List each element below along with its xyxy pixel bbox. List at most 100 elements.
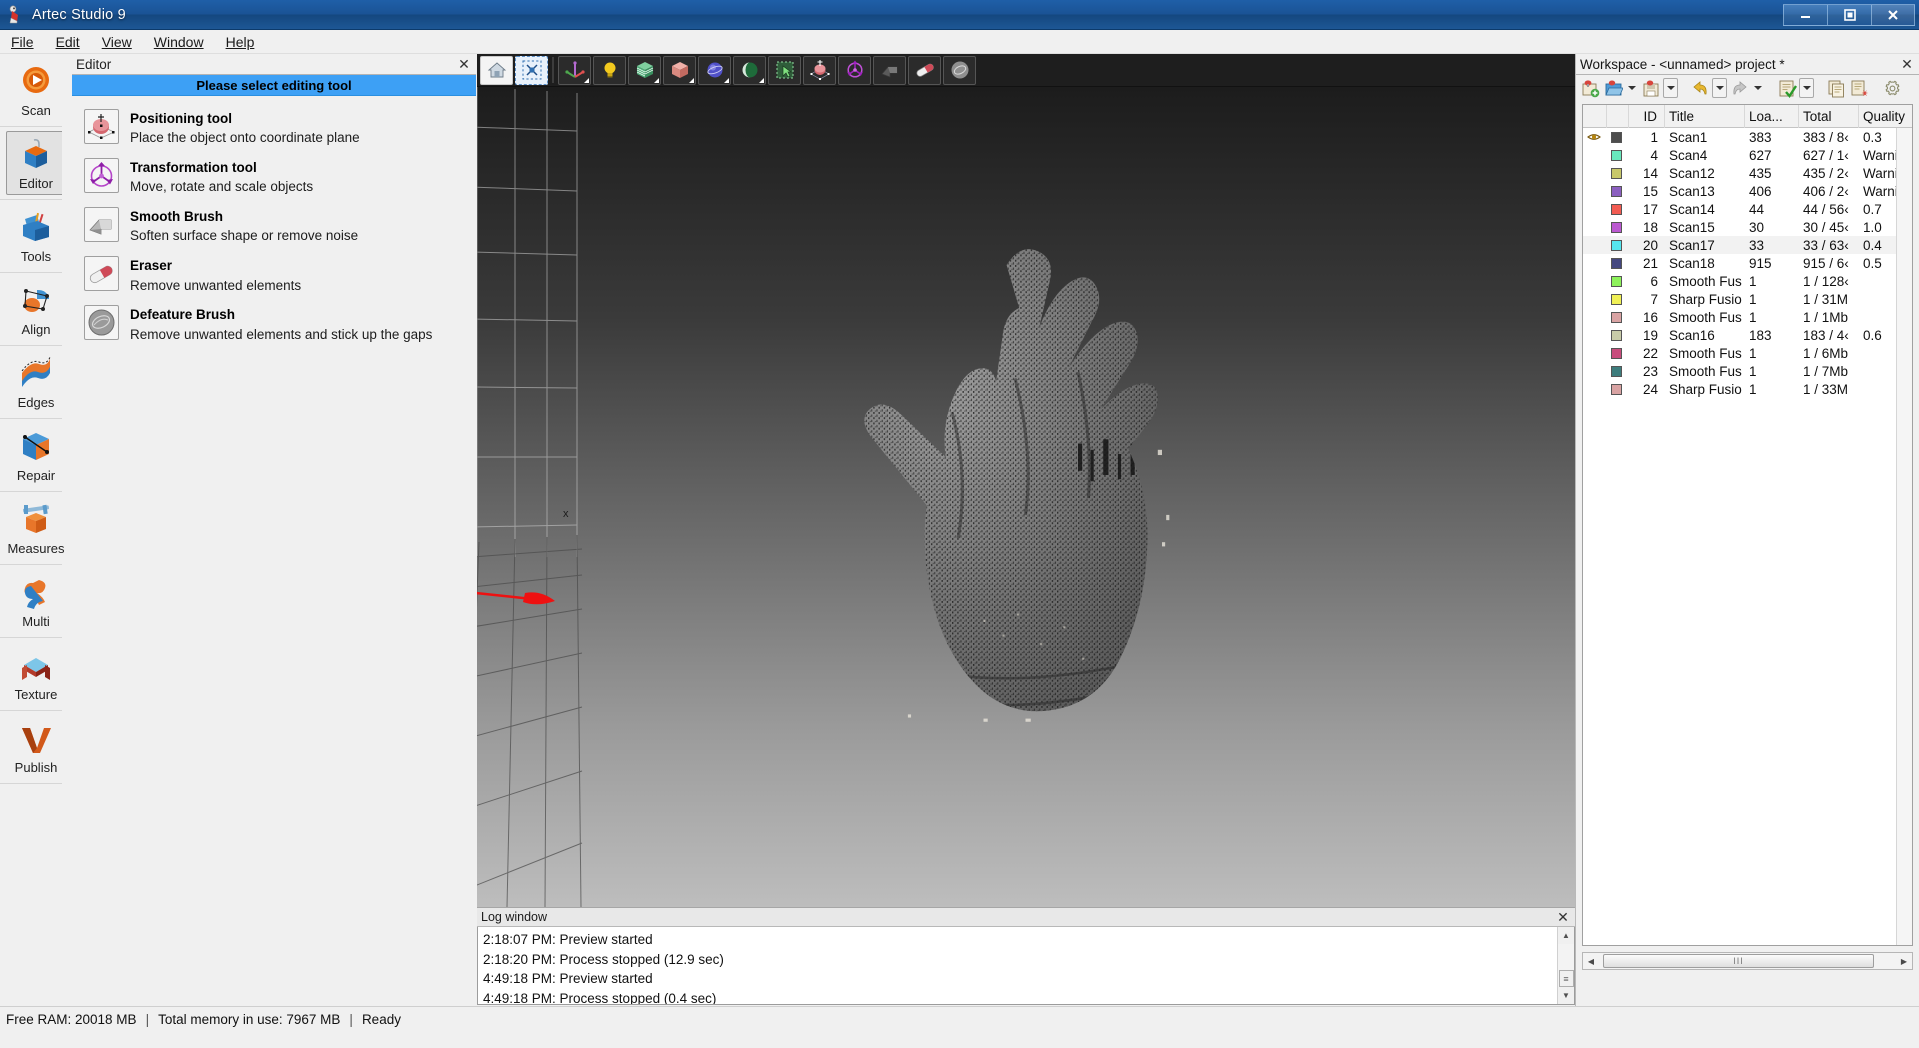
menu-window[interactable]: Window: [143, 31, 215, 53]
close-icon[interactable]: ✕: [1899, 56, 1915, 72]
tool-item-transformation[interactable]: Transformation tool Move, rotate and sca…: [72, 153, 476, 202]
tool-item-eraser[interactable]: Eraser Remove unwanted elements: [72, 251, 476, 300]
lighting-icon[interactable]: [593, 56, 626, 85]
scroll-up-icon[interactable]: ▲: [1558, 927, 1575, 944]
table-row[interactable]: 24Sharp Fusio11 / 33M: [1583, 380, 1912, 398]
home-view-icon[interactable]: [480, 56, 513, 85]
menu-help[interactable]: Help: [215, 31, 266, 53]
close-button[interactable]: [1871, 4, 1915, 26]
apply-icon[interactable]: [1776, 77, 1798, 99]
color-swatch[interactable]: [1607, 326, 1629, 344]
color-swatch[interactable]: [1607, 362, 1629, 380]
column-quality[interactable]: Quality: [1859, 105, 1912, 128]
scroll-left-icon[interactable]: ◀: [1583, 953, 1599, 969]
delete-icon[interactable]: [1848, 77, 1870, 99]
positioning-tool-icon[interactable]: [803, 56, 836, 85]
maximize-button[interactable]: [1827, 4, 1871, 26]
color-swatch[interactable]: [1607, 128, 1629, 146]
close-icon[interactable]: ✕: [456, 56, 472, 72]
menu-view[interactable]: View: [91, 31, 143, 53]
color-swatch[interactable]: [1607, 146, 1629, 164]
column-id[interactable]: ID: [1629, 105, 1665, 128]
table-row[interactable]: 20Scan173333 / 63‹0.4: [1583, 236, 1912, 254]
visibility-toggle[interactable]: [1583, 146, 1607, 164]
visibility-toggle[interactable]: [1583, 308, 1607, 326]
minimize-button[interactable]: [1783, 4, 1827, 26]
color-swatch[interactable]: [1607, 308, 1629, 326]
eraser-icon[interactable]: [908, 56, 941, 85]
table-row[interactable]: 17Scan144444 / 56‹0.7: [1583, 200, 1912, 218]
visibility-toggle[interactable]: [1583, 254, 1607, 272]
menu-edit[interactable]: Edit: [45, 31, 91, 53]
column-loaded[interactable]: Loa...: [1745, 105, 1799, 128]
rect-select-icon[interactable]: [768, 56, 801, 85]
table-row[interactable]: 4Scan4627627 / 1‹Warning: [1583, 146, 1912, 164]
visibility-toggle[interactable]: [1583, 164, 1607, 182]
menu-file[interactable]: File: [0, 31, 45, 53]
table-row[interactable]: 6Smooth Fus11 / 128‹: [1583, 272, 1912, 290]
scroll-right-icon[interactable]: ▶: [1896, 953, 1912, 969]
color-swatch[interactable]: [1607, 380, 1629, 398]
table-row[interactable]: 16Smooth Fus11 / 1Mb: [1583, 308, 1912, 326]
visibility-toggle[interactable]: [1583, 380, 1607, 398]
fit-to-view-icon[interactable]: [515, 56, 548, 85]
save-project-icon[interactable]: [1640, 77, 1662, 99]
visibility-toggle[interactable]: [1583, 290, 1607, 308]
settings-gear-icon[interactable]: [1881, 77, 1903, 99]
open-project-icon[interactable]: [1602, 77, 1624, 99]
color-swatch[interactable]: [1607, 290, 1629, 308]
column-total[interactable]: Total: [1799, 105, 1859, 128]
visibility-toggle[interactable]: [1583, 200, 1607, 218]
hscroll-thumb[interactable]: III: [1603, 954, 1874, 968]
table-row[interactable]: 7Sharp Fusio11 / 31M: [1583, 290, 1912, 308]
panel-splitter-left[interactable]: [62, 54, 72, 1006]
table-row[interactable]: 21Scan18915915 / 6‹0.5: [1583, 254, 1912, 272]
table-row[interactable]: 22Smooth Fus11 / 6Mb: [1583, 344, 1912, 362]
undo-dropdown[interactable]: [1712, 78, 1727, 98]
color-swatch[interactable]: [1607, 164, 1629, 182]
table-row[interactable]: 23Smooth Fus11 / 7Mb: [1583, 362, 1912, 380]
3d-viewport[interactable]: x: [477, 87, 1575, 907]
visibility-toggle[interactable]: [1583, 326, 1607, 344]
color-swatch[interactable]: [1607, 236, 1629, 254]
column-visibility[interactable]: [1583, 105, 1607, 128]
close-icon[interactable]: ✕: [1555, 909, 1571, 925]
visibility-toggle[interactable]: [1583, 218, 1607, 236]
chevron-down-icon[interactable]: [1751, 78, 1765, 98]
axes-gizmo-icon[interactable]: [558, 56, 591, 85]
solid-cube-icon[interactable]: [663, 56, 696, 85]
save-dropdown[interactable]: [1663, 78, 1678, 98]
color-swatch[interactable]: [1607, 182, 1629, 200]
table-row[interactable]: 1Scan1383383 / 8‹0.3: [1583, 128, 1912, 146]
color-swatch[interactable]: [1607, 218, 1629, 236]
duplicate-icon[interactable]: [1825, 77, 1847, 99]
transformation-tool-icon[interactable]: [838, 56, 871, 85]
visibility-toggle[interactable]: [1583, 272, 1607, 290]
color-swatch[interactable]: [1607, 254, 1629, 272]
redo-icon[interactable]: [1728, 77, 1750, 99]
visibility-toggle[interactable]: [1583, 128, 1607, 146]
tool-item-positioning[interactable]: Positioning tool Place the object onto c…: [72, 104, 476, 153]
visibility-toggle[interactable]: [1583, 182, 1607, 200]
color-swatch[interactable]: [1607, 200, 1629, 218]
color-swatch[interactable]: [1607, 272, 1629, 290]
visibility-toggle[interactable]: [1583, 344, 1607, 362]
workspace-horizontal-scrollbar[interactable]: ◀ III ▶: [1582, 952, 1913, 970]
tool-item-defeature-brush[interactable]: Defeature Brush Remove unwanted elements…: [72, 300, 476, 349]
smooth-brush-icon[interactable]: [873, 56, 906, 85]
visibility-toggle[interactable]: [1583, 362, 1607, 380]
column-title[interactable]: Title: [1665, 105, 1745, 128]
table-row[interactable]: 18Scan153030 / 45‹1.0: [1583, 218, 1912, 236]
visibility-toggle[interactable]: [1583, 236, 1607, 254]
hscroll-track[interactable]: III: [1599, 953, 1896, 969]
defeature-brush-icon[interactable]: [943, 56, 976, 85]
workspace-vertical-scrollbar[interactable]: [1896, 128, 1912, 945]
scroll-thumb[interactable]: ≡: [1559, 970, 1574, 987]
scroll-down-icon[interactable]: ▼: [1558, 987, 1575, 1004]
tool-item-smooth-brush[interactable]: Smooth Brush Soften surface shape or rem…: [72, 202, 476, 251]
undo-icon[interactable]: [1689, 77, 1711, 99]
table-row[interactable]: 14Scan12435435 / 2‹Warning: [1583, 164, 1912, 182]
apply-dropdown[interactable]: [1799, 78, 1814, 98]
wireframe-cube-icon[interactable]: [628, 56, 661, 85]
color-swatch[interactable]: [1607, 344, 1629, 362]
